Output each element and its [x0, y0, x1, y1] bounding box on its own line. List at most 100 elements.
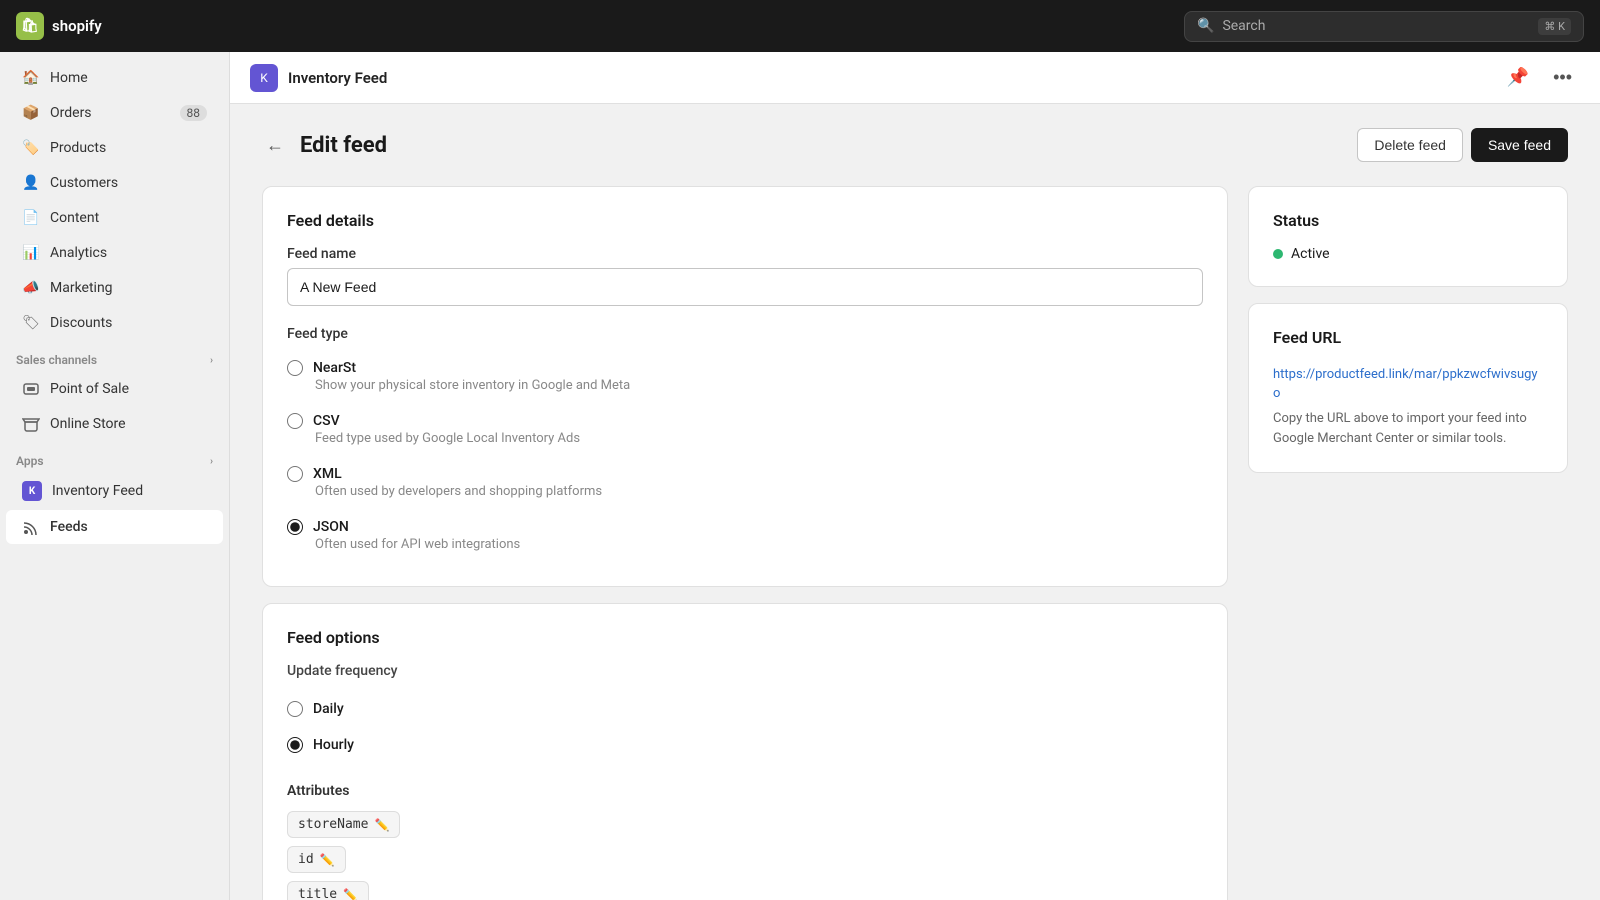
sales-channels-label: Sales channels [16, 353, 97, 367]
orders-icon: 📦 [22, 104, 40, 122]
search-icon: 🔍 [1197, 18, 1214, 34]
feed-options-card: Feed options Update frequency Daily [262, 603, 1228, 900]
content-grid: Feed details Feed name Feed type NearSt [262, 186, 1568, 900]
sidebar-item-home[interactable]: 🏠 Home [6, 61, 223, 95]
search-bar[interactable]: 🔍 Search ⌘ K [1184, 11, 1584, 42]
sidebar-item-label: Orders [50, 105, 92, 121]
shopify-logo[interactable]: 🛍 shopify [16, 12, 102, 40]
feed-url-card: Feed URL https://productfeed.link/mar/pp… [1248, 303, 1568, 473]
frequency-hourly-label[interactable]: Hourly [313, 737, 354, 753]
feed-name-label: Feed name [287, 246, 1203, 262]
status-card: Status Active [1248, 186, 1568, 287]
inventory-feed-app-icon: K [22, 481, 42, 501]
frequency-hourly: Hourly [287, 727, 1203, 763]
sidebar-item-marketing[interactable]: 📣 Marketing [6, 271, 223, 305]
sidebar-item-label: Content [50, 210, 99, 226]
app-header-actions: 📌 ••• [1499, 63, 1580, 92]
attribute-title-edit-icon[interactable]: ✏️ [343, 888, 358, 900]
feed-name-input[interactable] [287, 268, 1203, 306]
sidebar-item-orders[interactable]: 📦 Orders 88 [6, 96, 223, 130]
frequency-daily: Daily [287, 691, 1203, 727]
sidebar-item-label: Home [50, 70, 88, 86]
orders-badge: 88 [180, 105, 208, 121]
app-header: K Inventory Feed 📌 ••• [230, 52, 1600, 104]
frequency-daily-radio[interactable] [287, 701, 303, 717]
pin-button[interactable]: 📌 [1499, 63, 1537, 92]
sidebar-item-inventory-feed-app[interactable]: K Inventory Feed [6, 473, 223, 509]
sidebar-item-content[interactable]: 📄 Content [6, 201, 223, 235]
attribute-id-edit-icon[interactable]: ✏️ [320, 853, 335, 867]
feed-type-csv-label[interactable]: CSV [313, 413, 340, 429]
sidebar-item-analytics[interactable]: 📊 Analytics [6, 236, 223, 270]
sales-channels-section[interactable]: Sales channels › [0, 341, 229, 371]
attribute-title-text: title [298, 887, 337, 900]
content-icon: 📄 [22, 209, 40, 227]
status-card-title: Status [1273, 211, 1543, 230]
status-indicator: Active [1273, 246, 1543, 262]
home-icon: 🏠 [22, 69, 40, 87]
left-column: Feed details Feed name Feed type NearSt [262, 186, 1228, 900]
feed-url-card-title: Feed URL [1273, 328, 1543, 347]
status-dot-icon [1273, 249, 1283, 259]
feed-type-json: JSON Often used for API web integrations [287, 509, 1203, 562]
attributes-list: storeName ✏️ id ✏️ title ✏️ [287, 811, 1203, 900]
update-frequency-label: Update frequency [287, 663, 1203, 679]
feed-type-label: Feed type [287, 326, 1203, 342]
apps-section[interactable]: Apps › [0, 442, 229, 472]
sidebar-item-customers[interactable]: 👤 Customers [6, 166, 223, 200]
feed-details-title: Feed details [287, 211, 1203, 230]
search-placeholder-text: Search [1222, 18, 1265, 34]
attribute-storename-text: storeName [298, 817, 368, 832]
feed-type-csv-radio[interactable] [287, 413, 303, 429]
search-shortcut: ⌘ K [1538, 18, 1571, 35]
feed-type-json-radio[interactable] [287, 519, 303, 535]
delete-feed-button[interactable]: Delete feed [1357, 128, 1463, 162]
frequency-hourly-radio[interactable] [287, 737, 303, 753]
feed-type-xml-label[interactable]: XML [313, 466, 342, 482]
attribute-storename-edit-icon[interactable]: ✏️ [374, 818, 389, 832]
page-title: Edit feed [300, 133, 387, 158]
feed-type-nearst-radio[interactable] [287, 360, 303, 376]
products-icon: 🏷️ [22, 139, 40, 157]
page-title-left: ← Edit feed [262, 131, 387, 160]
feed-type-nearst: NearSt Show your physical store inventor… [287, 350, 1203, 403]
feed-type-nearst-label[interactable]: NearSt [313, 360, 356, 376]
feed-url-link[interactable]: https://productfeed.link/mar/ppkzwcfwivs… [1273, 367, 1538, 401]
pos-icon [22, 380, 40, 398]
attribute-storename: storeName ✏️ [287, 811, 400, 838]
sidebar-item-point-of-sale[interactable]: Point of Sale [6, 372, 223, 406]
sidebar-item-products[interactable]: 🏷️ Products [6, 131, 223, 165]
sidebar: 🏠 Home 📦 Orders 88 🏷️ Products 👤 Custome… [0, 52, 230, 900]
shopify-bag-icon: 🛍 [16, 12, 44, 40]
attribute-title: title ✏️ [287, 881, 369, 900]
customers-icon: 👤 [22, 174, 40, 192]
feed-type-json-label[interactable]: JSON [313, 519, 349, 535]
store-icon [22, 415, 40, 433]
feed-type-radio-group: NearSt Show your physical store inventor… [287, 350, 1203, 562]
app-icon-text: K [260, 71, 268, 85]
feed-type-xml-radio[interactable] [287, 466, 303, 482]
frequency-daily-label[interactable]: Daily [313, 701, 344, 717]
sidebar-item-discounts[interactable]: 🏷 Discounts [6, 306, 223, 340]
sidebar-item-label: Analytics [50, 245, 107, 261]
feed-type-json-desc: Often used for API web integrations [315, 537, 1203, 552]
save-feed-button[interactable]: Save feed [1471, 128, 1568, 162]
back-button[interactable]: ← [262, 131, 288, 160]
apps-label: Apps [16, 454, 44, 468]
sidebar-item-online-store[interactable]: Online Store [6, 407, 223, 441]
feed-options-title: Feed options [287, 628, 1203, 647]
sidebar-item-feeds[interactable]: Feeds [6, 510, 223, 544]
app-header-title: Inventory Feed [288, 69, 387, 87]
page-content: ← Edit feed Delete feed Save feed Feed d… [230, 104, 1600, 900]
attribute-id: id ✏️ [287, 846, 346, 873]
page-actions: Delete feed Save feed [1357, 128, 1568, 162]
sidebar-item-label: Marketing [50, 280, 113, 296]
discounts-icon: 🏷 [22, 314, 40, 332]
right-column: Status Active Feed URL https://productfe… [1248, 186, 1568, 489]
attributes-label: Attributes [287, 783, 1203, 799]
marketing-icon: 📣 [22, 279, 40, 297]
more-menu-button[interactable]: ••• [1545, 63, 1580, 92]
page-title-row: ← Edit feed Delete feed Save feed [262, 128, 1568, 162]
sales-channels-arrow: › [210, 355, 213, 366]
attribute-id-text: id [298, 852, 314, 867]
